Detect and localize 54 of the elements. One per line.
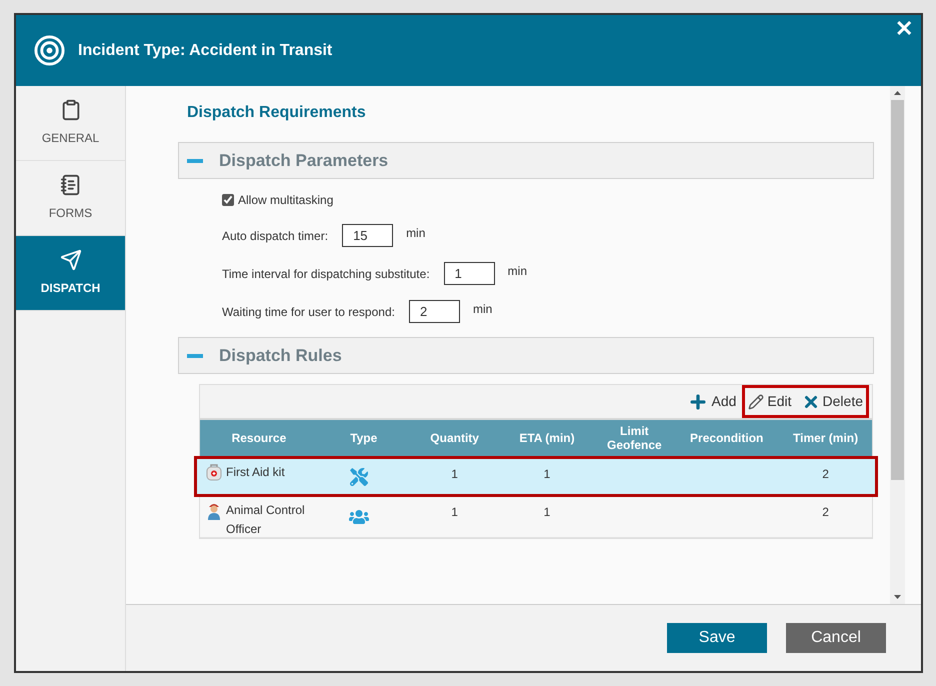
dialog-title: Incident Type: Accident in Transit bbox=[78, 40, 334, 60]
table-cell-text: 2 bbox=[822, 504, 829, 521]
section-header[interactable]: Dispatch Rules bbox=[178, 337, 874, 374]
table-cell-text: 1 bbox=[451, 504, 458, 521]
table-cell-text: 2 bbox=[822, 466, 829, 483]
checkbox-label: Allow multitasking bbox=[238, 192, 334, 209]
column-header: ETA (min) bbox=[519, 431, 575, 445]
table-cell-text: First Aid kit bbox=[226, 464, 285, 481]
table-cell-text: 1 bbox=[544, 466, 550, 483]
table-cell-text: 1 bbox=[451, 466, 458, 483]
field-label: Waiting time for user to respond: bbox=[222, 304, 395, 320]
plus-icon bbox=[688, 392, 708, 412]
field-label: Auto dispatch timer: bbox=[222, 228, 328, 244]
column-header: Quantity bbox=[430, 431, 479, 445]
column-header: Resource bbox=[232, 431, 286, 445]
add-button[interactable]: Add bbox=[688, 391, 736, 412]
table-row[interactable]: First Aid kit 1 1 2 bbox=[194, 456, 878, 497]
delete-button[interactable]: Delete bbox=[802, 391, 863, 412]
section-title: Dispatch Rules bbox=[219, 344, 342, 367]
notepad-icon bbox=[60, 174, 82, 196]
collapse-icon bbox=[187, 354, 203, 358]
number-field[interactable]: 15 bbox=[342, 224, 394, 247]
first-aid-bag-icon bbox=[206, 463, 222, 481]
field-label: Time interval for dispatching substitute: bbox=[222, 266, 430, 282]
target-icon bbox=[34, 35, 65, 66]
unit-label: min bbox=[508, 262, 527, 280]
table-cell-text: 1 bbox=[544, 504, 550, 521]
unit-label: min bbox=[406, 224, 426, 242]
column-header: Timer (min) bbox=[793, 431, 858, 445]
sidebar-tab[interactable]: GENERAL bbox=[16, 86, 125, 161]
pencil-icon bbox=[748, 394, 764, 410]
scrollbar[interactable] bbox=[890, 86, 905, 604]
person-icon bbox=[206, 501, 222, 521]
edit-button[interactable]: Edit bbox=[748, 391, 792, 412]
table-cell-text: Animal Control Officer bbox=[226, 502, 306, 538]
sidebar-tab[interactable]: DISPATCH bbox=[16, 236, 125, 311]
unit-label: min bbox=[472, 300, 492, 318]
close-button[interactable]: ✕ bbox=[895, 18, 913, 40]
column-header: Precondition bbox=[690, 431, 764, 445]
number-field[interactable]: 1 bbox=[444, 262, 495, 285]
section-header[interactable]: Dispatch Parameters bbox=[178, 142, 874, 179]
paper-plane-icon bbox=[60, 249, 82, 271]
people-icon bbox=[348, 507, 369, 527]
collapse-icon bbox=[187, 158, 203, 162]
table-row[interactable]: Animal Control Officer 1 1 2 bbox=[200, 497, 872, 538]
column-header: Type bbox=[350, 431, 378, 445]
column-header: Limit Geofence bbox=[606, 424, 663, 452]
tools-icon bbox=[350, 468, 368, 486]
number-field[interactable]: 2 bbox=[408, 300, 460, 323]
cancel-button[interactable]: Cancel bbox=[786, 623, 886, 653]
save-button[interactable]: Save bbox=[667, 623, 767, 653]
section-title: Dispatch Parameters bbox=[219, 150, 388, 172]
page-heading: Dispatch Requirements bbox=[187, 103, 367, 123]
checkbox[interactable] bbox=[222, 194, 234, 206]
